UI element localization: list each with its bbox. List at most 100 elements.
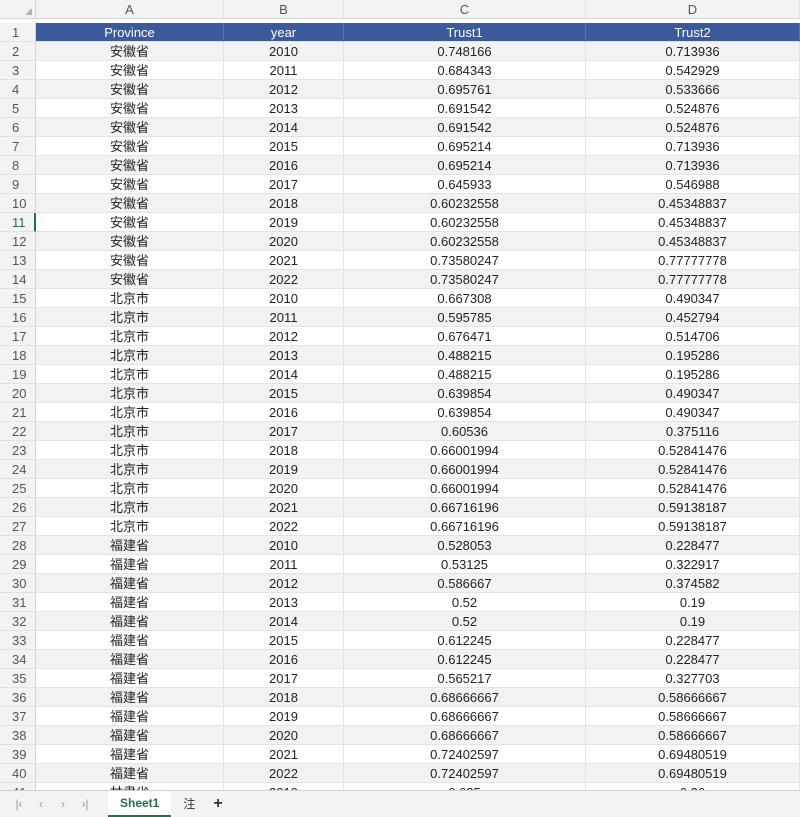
cell-trust2[interactable]: 0.45348837 [586, 213, 800, 232]
cell-year[interactable]: 2019 [224, 460, 344, 479]
cell-province[interactable]: 北京市 [36, 346, 224, 365]
cell-trust2[interactable]: 0.327703 [586, 669, 800, 688]
row-header[interactable]: 24 [0, 460, 36, 479]
cell-province[interactable]: 北京市 [36, 403, 224, 422]
cell-trust2[interactable]: 0.26 [586, 783, 800, 790]
cell-trust2[interactable]: 0.228477 [586, 631, 800, 650]
row-header[interactable]: 34 [0, 650, 36, 669]
cell-trust2[interactable]: 0.195286 [586, 365, 800, 384]
cell-trust1[interactable]: 0.595785 [344, 308, 586, 327]
cell-trust1[interactable]: 0.488215 [344, 346, 586, 365]
cell-year[interactable]: 2020 [224, 479, 344, 498]
next-sheet-icon[interactable]: › [52, 797, 74, 811]
row-header[interactable]: 18 [0, 346, 36, 365]
row-header[interactable]: 26 [0, 498, 36, 517]
cell-trust1[interactable]: 0.695214 [344, 137, 586, 156]
cell-trust2[interactable]: 0.542929 [586, 61, 800, 80]
cell-trust1[interactable]: 0.612245 [344, 650, 586, 669]
row-header[interactable]: 36 [0, 688, 36, 707]
cell-trust2[interactable]: 0.514706 [586, 327, 800, 346]
row-header[interactable]: 19 [0, 365, 36, 384]
sheet-tab-sheet1[interactable]: Sheet1 [108, 791, 172, 817]
row-header[interactable]: 8 [0, 156, 36, 175]
cell-province[interactable]: 福建省 [36, 669, 224, 688]
cell-year[interactable]: 2022 [224, 517, 344, 536]
row-header[interactable]: 13 [0, 251, 36, 270]
row-header[interactable]: 3 [0, 61, 36, 80]
cell-year[interactable]: 2010 [224, 289, 344, 308]
cell-trust2[interactable]: 0.546988 [586, 175, 800, 194]
header-cell-trust1[interactable]: Trust1 [344, 23, 586, 42]
cell-trust1[interactable]: 0.528053 [344, 536, 586, 555]
row-header[interactable]: 1 [0, 23, 36, 42]
row-header[interactable]: 11 [0, 213, 36, 232]
cell-year[interactable]: 2010 [224, 536, 344, 555]
cell-trust2[interactable]: 0.19 [586, 612, 800, 631]
cell-year[interactable]: 2018 [224, 688, 344, 707]
cell-trust1[interactable]: 0.52 [344, 612, 586, 631]
row-header[interactable]: 9 [0, 175, 36, 194]
row-header[interactable]: 35 [0, 669, 36, 688]
column-header-b[interactable]: B [224, 0, 344, 19]
cell-province[interactable]: 北京市 [36, 289, 224, 308]
cell-year[interactable]: 2016 [224, 156, 344, 175]
row-header[interactable]: 32 [0, 612, 36, 631]
row-header[interactable]: 30 [0, 574, 36, 593]
cell-year[interactable]: 2013 [224, 593, 344, 612]
cell-trust2[interactable]: 0.69480519 [586, 764, 800, 783]
cell-trust1[interactable]: 0.488215 [344, 365, 586, 384]
row-header[interactable]: 17 [0, 327, 36, 346]
row-header[interactable]: 39 [0, 745, 36, 764]
row-header[interactable]: 31 [0, 593, 36, 612]
cell-trust1[interactable]: 0.66001994 [344, 441, 586, 460]
cell-trust2[interactable]: 0.375116 [586, 422, 800, 441]
cell-province[interactable]: 福建省 [36, 650, 224, 669]
cell-year[interactable]: 2021 [224, 251, 344, 270]
row-header[interactable]: 23 [0, 441, 36, 460]
cell-year[interactable]: 2010 [224, 783, 344, 790]
cell-trust2[interactable]: 0.45348837 [586, 194, 800, 213]
cell-trust1[interactable]: 0.66001994 [344, 479, 586, 498]
cell-trust1[interactable]: 0.60232558 [344, 232, 586, 251]
first-sheet-icon[interactable]: |‹ [8, 797, 30, 811]
cell-trust2[interactable]: 0.452794 [586, 308, 800, 327]
select-all-corner[interactable] [0, 0, 36, 19]
cell-trust1[interactable]: 0.625 [344, 783, 586, 790]
cell-year[interactable]: 2017 [224, 175, 344, 194]
row-header[interactable]: 37 [0, 707, 36, 726]
cell-province[interactable]: 安徽省 [36, 99, 224, 118]
row-header[interactable]: 41 [0, 783, 36, 790]
cell-year[interactable]: 2014 [224, 118, 344, 137]
cell-province[interactable]: 北京市 [36, 460, 224, 479]
cell-trust2[interactable]: 0.52841476 [586, 441, 800, 460]
cell-year[interactable]: 2022 [224, 764, 344, 783]
cell-trust1[interactable]: 0.645933 [344, 175, 586, 194]
cell-trust2[interactable]: 0.195286 [586, 346, 800, 365]
column-header-d[interactable]: D [586, 0, 800, 19]
cell-year[interactable]: 2019 [224, 707, 344, 726]
header-cell-province[interactable]: Province [36, 23, 224, 42]
cell-province[interactable]: 安徽省 [36, 156, 224, 175]
cell-province[interactable]: 甘肃省 [36, 783, 224, 790]
cell-trust2[interactable]: 0.45348837 [586, 232, 800, 251]
cell-year[interactable]: 2014 [224, 365, 344, 384]
cell-trust1[interactable]: 0.53125 [344, 555, 586, 574]
row-header[interactable]: 20 [0, 384, 36, 403]
cell-trust1[interactable]: 0.60536 [344, 422, 586, 441]
cell-year[interactable]: 2020 [224, 232, 344, 251]
row-header[interactable]: 38 [0, 726, 36, 745]
cell-trust1[interactable]: 0.52 [344, 593, 586, 612]
cell-trust1[interactable]: 0.695761 [344, 80, 586, 99]
cell-province[interactable]: 福建省 [36, 764, 224, 783]
cell-trust2[interactable]: 0.490347 [586, 289, 800, 308]
cell-trust2[interactable]: 0.77777778 [586, 251, 800, 270]
column-header-a[interactable]: A [36, 0, 224, 19]
cell-trust1[interactable]: 0.748166 [344, 42, 586, 61]
cell-trust1[interactable]: 0.60232558 [344, 194, 586, 213]
cell-province[interactable]: 福建省 [36, 707, 224, 726]
cell-trust1[interactable]: 0.565217 [344, 669, 586, 688]
cell-year[interactable]: 2013 [224, 99, 344, 118]
cell-trust1[interactable]: 0.612245 [344, 631, 586, 650]
header-cell-trust2[interactable]: Trust2 [586, 23, 800, 42]
cell-province[interactable]: 安徽省 [36, 175, 224, 194]
